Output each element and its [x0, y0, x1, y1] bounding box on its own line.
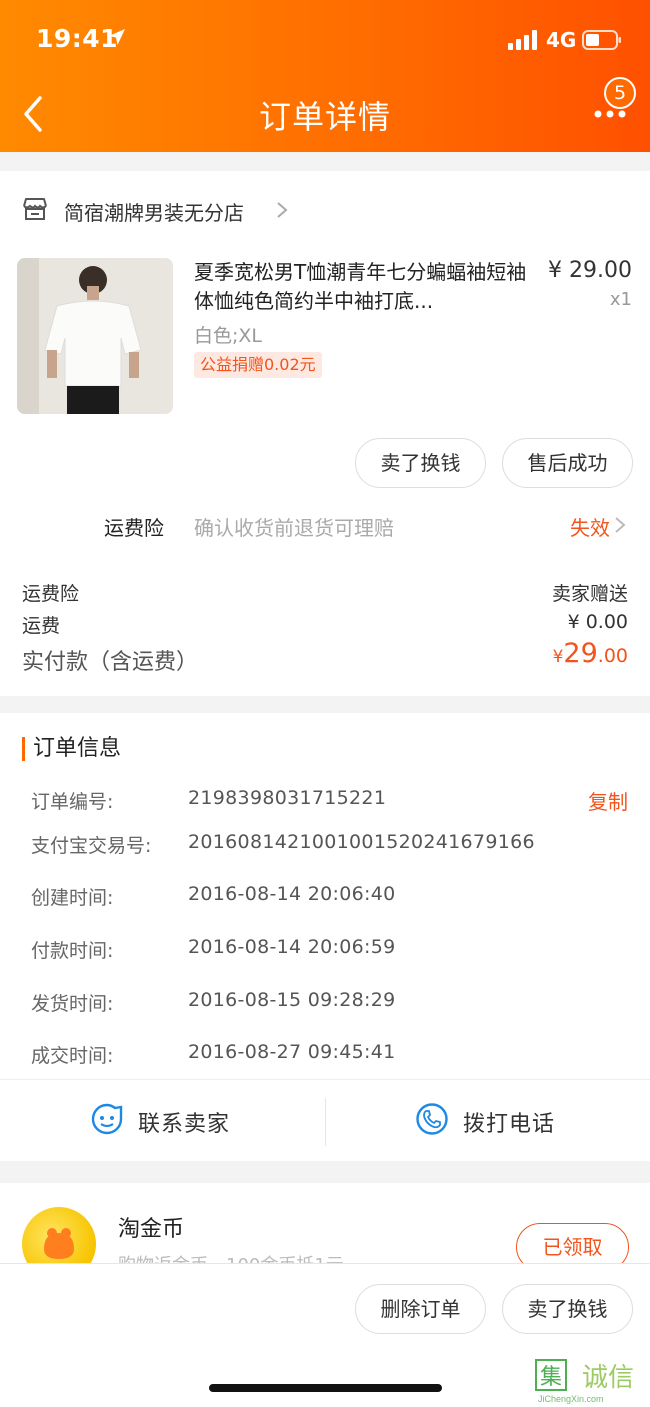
contact-seller-button[interactable]: 联系卖家: [0, 1080, 325, 1164]
watermark-url: JiChengXin.com: [538, 1394, 604, 1404]
product-price: ¥ 29.00: [548, 258, 632, 283]
network-type: 4G: [546, 28, 577, 52]
paid-integer: 29: [563, 638, 598, 669]
order-info-card: 订单信息 订单编号: 2198398031715221 复制 支付宝交易号: 2…: [0, 713, 650, 1161]
page-title: 订单详情: [258, 98, 391, 136]
delete-order-button[interactable]: 删除订单: [355, 1284, 486, 1334]
fee-insurance-row: 运费险 卖家赠送: [22, 579, 628, 606]
location-arrow-icon: [109, 29, 125, 45]
order-number-label: 订单编号:: [31, 791, 114, 813]
product-quantity: x1: [609, 289, 632, 310]
shipped-time-label: 发货时间:: [31, 993, 114, 1015]
product-sku: 白色;XL: [194, 325, 263, 347]
svg-text:集: 集: [540, 1365, 562, 1390]
deal-time-value: 2016-08-27 09:45:41: [188, 1041, 396, 1063]
paid-row: 实付款（含运费） ¥29.00: [22, 638, 628, 676]
sell-for-cash-button[interactable]: 卖了换钱: [355, 438, 486, 488]
paid-currency: ¥: [552, 647, 564, 667]
store-row[interactable]: 简宿潮牌男装无分店: [0, 171, 650, 247]
paid-decimal: .00: [597, 645, 628, 667]
paid-time-value: 2016-08-14 20:06:59: [188, 936, 396, 958]
paid-label: 实付款（含运费）: [22, 650, 199, 675]
fee-shipping-value: ¥ 0.00: [567, 611, 628, 633]
contact-seller-label: 联系卖家: [138, 1112, 231, 1137]
home-indicator: [209, 1384, 442, 1392]
contact-bar: 联系卖家 拨打电话: [0, 1079, 650, 1163]
tshirt-model-icon: [17, 258, 173, 414]
shipped-time-value: 2016-08-15 09:28:29: [188, 989, 396, 1011]
insurance-status: 失效: [570, 516, 610, 540]
store-icon: [23, 198, 47, 220]
alipay-trade-value: 2016081421001001520241679166: [188, 831, 535, 853]
call-phone-button[interactable]: 拨打电话: [325, 1080, 650, 1164]
fee-insurance-value: 卖家赠送: [551, 583, 628, 605]
product-title[interactable]: 夏季宽松男T恤潮青年七分蝙蝠袖短袖体恤纯色简约半中袖打底...: [194, 258, 534, 316]
created-time-label: 创建时间:: [31, 887, 114, 909]
created-time-value: 2016-08-14 20:06:40: [188, 883, 396, 905]
message-badge: 5: [604, 77, 636, 109]
paid-amount: ¥29.00: [553, 638, 628, 669]
insurance-desc: 确认收货前退货可理赔: [194, 516, 394, 540]
store-name: 简宿潮牌男装无分店: [64, 201, 244, 225]
order-number-value: 2198398031715221: [188, 787, 387, 809]
phone-icon: [416, 1103, 448, 1135]
deal-time-label: 成交时间:: [31, 1045, 114, 1067]
paid-time-label: 付款时间:: [31, 940, 114, 962]
chevron-right-icon: [277, 202, 288, 218]
signal-icon: [508, 30, 537, 50]
header: 19:41 4G 订单详情 5: [0, 0, 650, 152]
status-bar: 19:41 4G: [0, 0, 650, 80]
svg-text:诚信: 诚信: [582, 1363, 634, 1393]
fee-shipping-label: 运费: [22, 615, 61, 637]
fee-shipping-row: 运费 ¥ 0.00: [22, 611, 628, 638]
after-sale-button[interactable]: 售后成功: [502, 438, 633, 488]
copy-button[interactable]: 复制: [588, 786, 628, 815]
order-info-title: 订单信息: [22, 737, 121, 761]
sell-for-cash-bottom-button[interactable]: 卖了换钱: [502, 1284, 633, 1334]
status-time: 19:41: [36, 24, 119, 53]
charity-badge: 公益捐赠0.02元: [194, 352, 322, 378]
battery-icon: [582, 30, 621, 50]
chevron-right-icon: [615, 517, 626, 533]
product-image[interactable]: [17, 258, 173, 414]
alipay-trade-label: 支付宝交易号:: [31, 835, 152, 857]
coin-title: 淘金币: [118, 1217, 185, 1242]
order-card: 简宿潮牌男装无分店 夏季宽松男T恤潮青年七分蝙蝠袖短袖体恤纯色简约半中袖打底..…: [0, 171, 650, 696]
chat-face-icon: [91, 1103, 123, 1135]
fee-insurance-label: 运费险: [22, 583, 80, 605]
insurance-label: 运费险: [104, 516, 164, 540]
call-phone-label: 拨打电话: [463, 1112, 556, 1137]
